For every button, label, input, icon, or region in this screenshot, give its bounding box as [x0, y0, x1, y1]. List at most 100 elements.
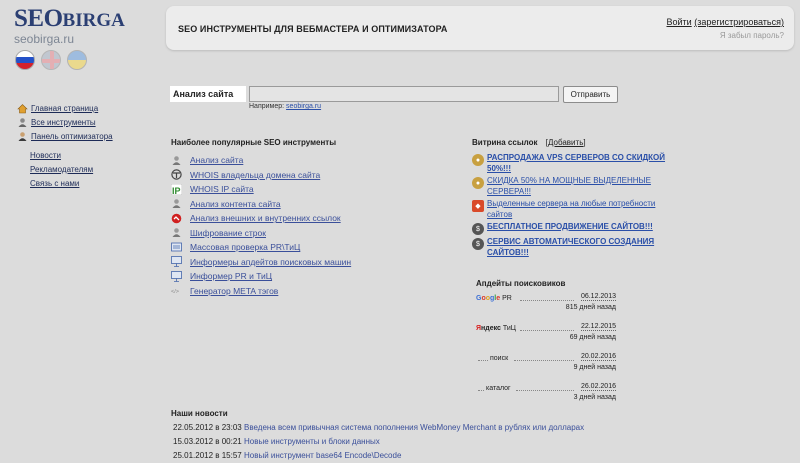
nav-item-home[interactable]: Главная страница	[16, 101, 113, 115]
tool-item[interactable]: Шифрование строк	[171, 226, 351, 241]
showcase-link[interactable]: РАСПРОДАЖА VPS СЕРВЕРОВ СО СКИДКОЙ 50%!!…	[487, 153, 682, 174]
search-engine-updates: Апдейты поисковиков Google PR 06.12.2013…	[476, 279, 616, 411]
showcase-link[interactable]: Выделенные сервера на любые потребности …	[487, 199, 682, 220]
tool-item[interactable]: Анализ контента сайта	[171, 197, 351, 212]
showcase-item[interactable]: $ СЕРВИС АВТОМАТИЧЕСКОГО СОЗДАНИЯ САЙТОВ…	[472, 237, 682, 258]
meta-icon: </>	[171, 285, 182, 296]
flag-ru-icon[interactable]	[15, 50, 35, 70]
update-metric: каталог	[486, 385, 511, 392]
submit-button[interactable]: Отправить	[563, 86, 618, 103]
tool-item[interactable]: Массовая проверка PR\ТиЦ	[171, 240, 351, 255]
showcase-link[interactable]: СЕРВИС АВТОМАТИЧЕСКОГО СОЗДАНИЯ САЙТОВ!!…	[487, 237, 682, 258]
tool-link[interactable]: Информеры апдейтов поисковых машин	[190, 257, 351, 267]
tool-item[interactable]: WHOIS владельца домена сайта	[171, 168, 351, 183]
news-date: 15.03.2012 в 00:21	[173, 437, 242, 446]
news-section: Наши новости 22.05.2012 в 23:03 Введена …	[171, 409, 584, 463]
update-ago: 69 дней назад	[569, 334, 616, 341]
tool-link[interactable]: WHOIS владельца домена сайта	[190, 170, 320, 180]
svg-text:</>: </>	[171, 289, 179, 295]
header-box: SEO ИНСТРУМЕНТЫ ДЛЯ ВЕБМАСТЕРА И ОПТИМИЗ…	[166, 6, 794, 50]
register-link[interactable]: (зарегистрироваться)	[694, 17, 784, 27]
tool-link[interactable]: Шифрование строк	[190, 228, 266, 238]
logo-main: SEO	[14, 5, 63, 32]
tool-item[interactable]: IP WHOIS IP сайта	[171, 182, 351, 197]
popular-tools: Наиболее популярные SEO инструменты Анал…	[171, 138, 351, 298]
tool-link[interactable]: WHOIS IP сайта	[190, 184, 254, 194]
links-icon	[171, 213, 182, 224]
example-link[interactable]: seobirga.ru	[286, 103, 321, 110]
encrypt-icon	[171, 227, 182, 238]
add-link-button[interactable]: Добавить	[548, 138, 583, 147]
showcase-item[interactable]: ◆ Выделенные сервера на любые потребност…	[472, 199, 682, 220]
news-link[interactable]: Новый инструмент base64 Encode\Decode	[244, 451, 401, 460]
updates-heading: Апдейты поисковиков	[476, 279, 566, 288]
update-date: 22.12.2015	[580, 323, 616, 331]
link-showcase: Витрина ссылок [Добавить] ● РАСПРОДАЖА V…	[472, 138, 682, 260]
tools-icon	[16, 116, 28, 128]
update-engine: Google PR	[476, 295, 512, 302]
logo-domain: seobirga.ru	[14, 32, 75, 46]
showcase-heading: Витрина ссылок [Добавить]	[472, 138, 586, 147]
tool-link[interactable]: Анализ сайта	[190, 155, 243, 165]
tool-link[interactable]: Генератор META тэгов	[190, 286, 278, 296]
tool-link[interactable]: Анализ контента сайта	[190, 199, 281, 209]
update-metric: PR	[502, 295, 512, 302]
pr-informer-icon	[171, 270, 182, 282]
update-ago: 815 дней назад	[565, 304, 616, 311]
news-link[interactable]: Новые инструменты и блоки данных	[244, 437, 380, 446]
nav-news[interactable]: Новости	[30, 151, 61, 160]
logo-suffix: BIRGA	[62, 10, 125, 31]
tool-link[interactable]: Информер PR и ТиЦ	[190, 271, 272, 281]
updates-informer-icon	[171, 256, 182, 268]
left-nav: Главная страница Все инструменты Панель …	[16, 101, 113, 191]
user-icon	[16, 130, 28, 142]
nav-label[interactable]: Главная страница	[31, 104, 98, 113]
showcase-item[interactable]: $ БЕСПЛАТНОЕ ПРОДВИЖЕНИЕ САЙТОВ!!!	[472, 222, 682, 235]
update-engine: Яндекс ТиЦ	[476, 325, 516, 332]
showcase-item[interactable]: ● СКИДКА 50% НА МОЩНЫЕ ВЫДЕЛЕННЫЕ СЕРВЕР…	[472, 176, 682, 197]
update-metric: ТиЦ	[502, 325, 516, 332]
tool-item[interactable]: Анализ внешних и внутренних ссылок	[171, 211, 351, 226]
mass-check-icon	[171, 242, 182, 253]
update-row-yandex: Яндекс ТиЦ 22.12.2015 69 дней назад	[476, 321, 616, 351]
tool-link[interactable]: Анализ внешних и внутренних ссылок	[190, 213, 341, 223]
nav-contact[interactable]: Связь с нами	[30, 179, 79, 188]
news-date: 25.01.2012 в 15:57	[173, 451, 242, 460]
analysis-icon	[171, 155, 182, 166]
update-ago: 3 дней назад	[573, 394, 616, 401]
nav-label[interactable]: Все инструменты	[31, 118, 96, 127]
showcase-link[interactable]: БЕСПЛАТНОЕ ПРОДВИЖЕНИЕ САЙТОВ!!!	[487, 222, 653, 235]
tool-item[interactable]: </> Генератор META тэгов	[171, 284, 351, 299]
analysis-label: Анализ сайта	[170, 86, 246, 102]
news-item: 22.05.2012 в 23:03 Введена всем привычна…	[171, 421, 584, 435]
whois-ip-icon: IP	[171, 183, 182, 195]
nav-label[interactable]: Панель оптимизатора	[31, 132, 113, 141]
dollar-icon: $	[472, 238, 484, 250]
update-row-catalog: каталог 26.02.2016 3 дней назад	[476, 381, 616, 411]
nav-item-all-tools[interactable]: Все инструменты	[16, 115, 113, 129]
nav-item-optimizer-panel[interactable]: Панель оптимизатора	[16, 129, 113, 143]
showcase-item[interactable]: ● РАСПРОДАЖА VPS СЕРВЕРОВ СО СКИДКОЙ 50%…	[472, 153, 682, 174]
site-url-input[interactable]	[249, 86, 559, 102]
tools-heading: Наиболее популярные SEO инструменты	[171, 138, 337, 147]
site-logo[interactable]: SEOBIRGA seobirga.ru	[14, 5, 125, 47]
login-link[interactable]: Войти	[667, 17, 692, 27]
svg-text:IP: IP	[172, 186, 181, 195]
vps-icon: ●	[472, 154, 484, 166]
forgot-password-link[interactable]: Я забыл пароль?	[720, 31, 784, 40]
tool-link[interactable]: Массовая проверка PR\ТиЦ	[190, 242, 300, 252]
language-switcher	[15, 50, 87, 70]
news-link[interactable]: Введена всем привычная система пополнени…	[244, 423, 584, 432]
tool-item[interactable]: Информер PR и ТиЦ	[171, 269, 351, 284]
flag-uk-icon[interactable]	[41, 50, 61, 70]
content-icon	[171, 198, 182, 209]
tool-item[interactable]: Анализ сайта	[171, 153, 351, 168]
example-prefix: Например:	[249, 103, 285, 110]
example-hint: Например: seobirga.ru	[249, 103, 321, 110]
flag-ua-icon[interactable]	[67, 50, 87, 70]
showcase-link[interactable]: СКИДКА 50% НА МОЩНЫЕ ВЫДЕЛЕННЫЕ СЕРВЕРА!…	[487, 176, 682, 197]
nav-advertisers[interactable]: Рекламодателям	[30, 165, 93, 174]
update-row-search: поиск 20.02.2016 9 дней назад	[476, 351, 616, 381]
news-item: 15.03.2012 в 00:21 Новые инструменты и б…	[171, 435, 584, 449]
tool-item[interactable]: Информеры апдейтов поисковых машин	[171, 255, 351, 270]
